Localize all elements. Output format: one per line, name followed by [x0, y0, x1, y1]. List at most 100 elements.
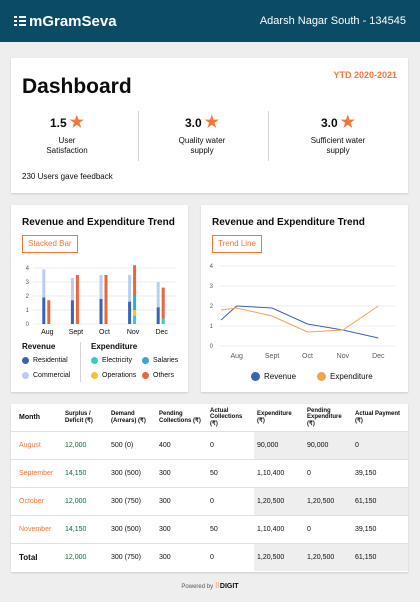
cell-actual-payment: 61,150 — [352, 486, 408, 515]
bar-segment-revenue — [128, 301, 132, 324]
legend-title-revenue: Revenue — [22, 342, 56, 351]
app-name: mGramSeva — [29, 12, 117, 30]
legend-dot — [142, 357, 149, 364]
table-row[interactable]: August 12,000 500 (0) 400 0 90,000 90,00… — [11, 430, 408, 459]
legend-label: Salaries — [153, 357, 179, 364]
legend-label: Expenditure — [330, 372, 373, 381]
period-selector[interactable]: YTD 2020-2021 — [333, 70, 397, 80]
legend-label: Commercial — [33, 372, 71, 379]
cell-month: September — [11, 458, 62, 487]
cell-demand: 300 (500) — [108, 458, 156, 487]
x-tick-label: Nov — [127, 329, 140, 336]
cell-surplus: 12,000 — [62, 486, 108, 515]
legend-label: Others — [153, 372, 175, 379]
cell-expenditure: 1,10,400 — [254, 458, 304, 487]
cell-actual-collections: 0 — [207, 542, 254, 571]
table-row[interactable]: October 12,000 300 (750) 300 0 1,20,500 … — [11, 486, 408, 515]
dashboard-card: Dashboard YTD 2020-2021 1.5 ★ User Satisfa… — [11, 58, 408, 193]
bar-segment-revenue — [42, 297, 46, 324]
column-header: Pending Collections (₹) — [159, 410, 201, 424]
legend-dot — [91, 372, 98, 379]
chart-title: Revenue and Expenditure Trend — [212, 217, 365, 228]
metric-value: 1.5 — [49, 116, 67, 130]
legend-label: Operations — [102, 372, 137, 379]
cell-pending-expenditure: 0 — [304, 458, 352, 487]
bar-segment-expenditure — [133, 315, 137, 324]
legend-dot — [91, 357, 98, 364]
column-header: Surplus / Deficit (₹) — [65, 410, 93, 424]
cell-pending-collections: 300 — [156, 458, 207, 487]
chart-type-button[interactable]: Stacked Bar — [22, 235, 78, 253]
column-header: Demand (Arrears) (₹) — [111, 410, 146, 424]
y-tick-label: 4 — [26, 266, 30, 272]
y-tick-label: 4 — [210, 264, 214, 270]
star-icon: ★ — [340, 114, 356, 131]
y-tick-label: 3 — [210, 284, 214, 290]
legend-dot — [142, 372, 149, 379]
x-tick-label: Sept — [265, 353, 279, 360]
legend-item-salaries: Salaries — [142, 357, 178, 364]
cell-month: November — [11, 514, 62, 543]
summary-table: Month Surplus / Deficit (₹) Demand (Arre… — [11, 404, 408, 571]
y-tick-label: 1 — [210, 324, 214, 330]
bar-segment-revenue — [156, 307, 160, 324]
y-tick-label: 2 — [26, 294, 30, 300]
bar-segment-expenditure — [133, 296, 137, 310]
cell-demand: 300 (750) — [108, 486, 156, 515]
trend-line-chart: 0 1 2 3 4 Aug Sept Oct Nov Dec — [210, 264, 396, 360]
cell-expenditure: 90,000 — [254, 430, 304, 459]
table-row[interactable]: September 14,150 300 (500) 300 50 1,10,4… — [11, 458, 408, 487]
cell-surplus: 14,150 — [62, 514, 108, 543]
cell-actual-payment: 61,150 — [352, 542, 408, 571]
x-tick-label: Aug — [41, 329, 54, 336]
y-tick-label: 0 — [210, 344, 214, 350]
bar-segment-revenue — [42, 269, 46, 298]
cell-total-label: Total — [11, 542, 62, 571]
cell-expenditure: 1,20,500 — [254, 486, 304, 515]
chart-type-button[interactable]: Trend Line — [212, 235, 262, 253]
legend-item-others: Others — [142, 372, 174, 379]
cell-surplus: 12,000 — [62, 430, 108, 459]
divider — [138, 111, 139, 161]
summary-table-card: Month Surplus / Deficit (₹) Demand (Arre… — [11, 404, 408, 572]
location-selector[interactable]: Adarsh Nagar South - 134545 — [260, 15, 406, 27]
legend-label: Revenue — [264, 372, 297, 381]
legend-item-electricity: Electricity — [91, 357, 132, 364]
cell-demand: 300 (750) — [108, 542, 156, 571]
x-tick-label: Aug — [230, 353, 243, 360]
cell-month: October — [11, 486, 62, 515]
column-header: Pending Expenditure (₹) — [307, 407, 342, 427]
x-tick-label: Dec — [372, 353, 385, 360]
digit-brand: DIGIT — [219, 583, 239, 590]
legend-dot — [22, 357, 29, 364]
legend-divider — [80, 342, 81, 382]
bar-segment-revenue — [70, 300, 74, 324]
legend-dot — [251, 372, 260, 381]
app-brand[interactable]: mGramSeva — [14, 13, 117, 30]
divider — [268, 111, 269, 161]
metric-label-2: Satisfaction — [46, 146, 88, 155]
table-row[interactable]: November 14,150 300 (500) 300 50 1,10,40… — [11, 514, 408, 543]
legend-label: Electricity — [102, 357, 132, 364]
x-tick-label: Nov — [337, 353, 350, 360]
metric-value: 3.0 — [320, 116, 338, 130]
x-tick-label: Dec — [155, 329, 168, 336]
legend-dot — [22, 372, 29, 379]
bar-segment-revenue — [99, 275, 103, 299]
cell-pending-collections: 300 — [156, 542, 207, 571]
legend-label: Residential — [33, 357, 68, 364]
cell-actual-collections: 0 — [207, 486, 254, 515]
bar-segment-revenue — [156, 282, 160, 308]
cell-demand: 500 (0) — [108, 430, 156, 459]
metric-label: Quality water — [178, 136, 226, 145]
legend-item-operations: Operations — [91, 372, 136, 379]
powered-by-text: Powered by — [181, 584, 214, 590]
cell-demand: 300 (500) — [108, 514, 156, 543]
chart-title: Revenue and Expenditure Trend — [22, 217, 175, 228]
star-icon: ★ — [204, 114, 220, 131]
series-line-expenditure — [220, 305, 379, 333]
legend-dot — [317, 372, 326, 381]
cell-actual-collections: 50 — [207, 514, 254, 543]
bar-segment-expenditure — [75, 275, 79, 324]
top-bar: mGramSeva Adarsh Nagar South - 134545 — [0, 0, 420, 42]
